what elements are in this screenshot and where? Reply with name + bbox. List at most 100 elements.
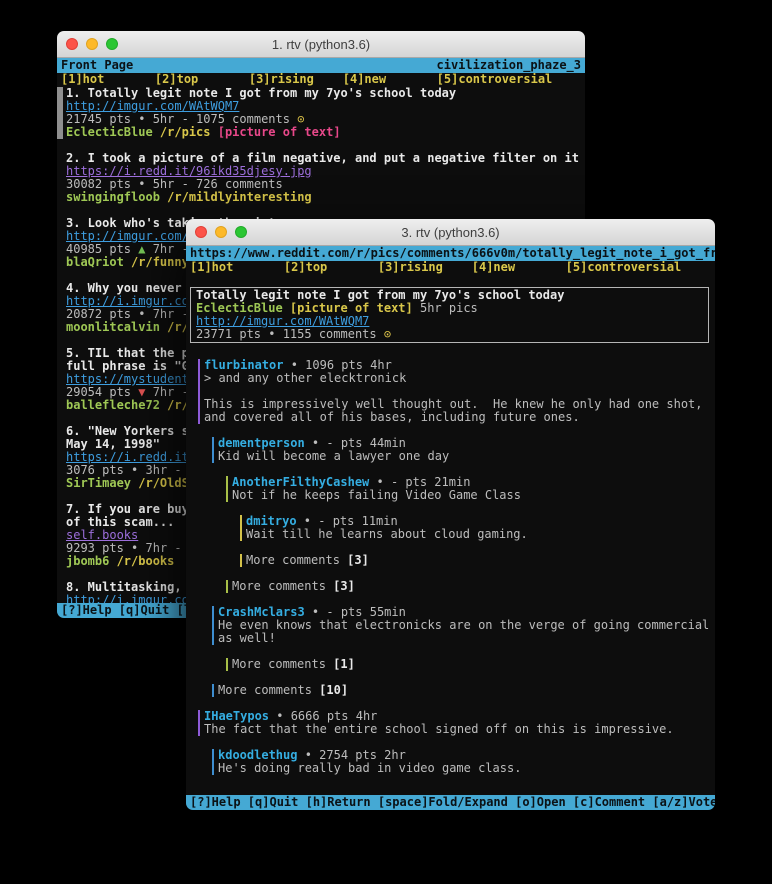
comment[interactable]: flurbinator • 1096 pts 4hr > and any oth… (198, 359, 715, 424)
comment-body: This is impressively well thought out. H… (204, 398, 715, 411)
post-link[interactable]: http://i.imgur.co (66, 295, 189, 308)
submission-url-bar: https://www.reddit.com/r/pics/comments/6… (186, 246, 715, 261)
page-header-bar: Front Page civilization_phaze_3 (57, 58, 585, 73)
comment-author[interactable]: IHaeTypos (204, 710, 269, 723)
comment-meta: • - pts 55min (305, 606, 406, 619)
post-item[interactable]: 2. I took a picture of a film negative, … (66, 152, 585, 204)
close-icon[interactable] (66, 38, 78, 50)
comment-body: The fact that the entire school signed o… (204, 723, 715, 736)
comment-author[interactable]: dementperson (218, 437, 305, 450)
post-link[interactable]: https://i.redd.it (66, 451, 189, 464)
comment-author[interactable]: AnotherFilthyCashew (232, 476, 369, 489)
gold-icon: ⊙ (384, 328, 391, 341)
post-link[interactable]: http://imgur.com/WAtWQM7 (196, 315, 369, 328)
comment-body: Wait till he learns about cloud gaming. (246, 528, 715, 541)
post-link[interactable]: https://mystudent (66, 373, 189, 386)
traffic-lights (195, 226, 247, 238)
post-subreddit[interactable]: /r/ (160, 399, 189, 412)
post-author[interactable]: SirTimaey (66, 477, 131, 490)
selection-cursor (57, 87, 63, 139)
post-link[interactable]: http://imgur.com/ (66, 230, 189, 243)
titlebar[interactable]: 1. rtv (python3.6) (57, 31, 585, 58)
logged-in-username: civilization_phaze_3 (437, 58, 582, 73)
post-flair: [picture of text] (211, 126, 341, 139)
post-meta: 5hr - 1075 comments (145, 113, 297, 126)
post-title: 1. Totally legit note I got from my 7yo'… (66, 87, 585, 100)
comment-author[interactable]: dmitryo (246, 515, 297, 528)
post-header-box[interactable]: Totally legit note I got from my 7yo's s… (190, 287, 709, 343)
comment-body: He even knows that electronicks are on t… (218, 619, 715, 632)
more-comments[interactable]: More comments [3] (240, 554, 715, 567)
status-bar: [?]Help [q]Quit [h]Return [space]Fold/Ex… (186, 795, 715, 810)
more-comments[interactable]: More comments [3] (226, 580, 715, 593)
comment[interactable]: IHaeTypos • 6666 pts 4hr The fact that t… (198, 710, 715, 736)
post-score: 29054 pts (66, 386, 138, 399)
post-subreddit[interactable]: /r/OldS (131, 477, 189, 490)
post-score: 40985 pts (66, 243, 138, 256)
comment-author[interactable]: kdoodlethug (218, 749, 297, 762)
titlebar[interactable]: 3. rtv (python3.6) (186, 219, 715, 246)
more-comments[interactable]: More comments [1] (226, 658, 715, 671)
comment-meta: • 1096 pts 4hr (283, 359, 391, 372)
post-subreddit[interactable]: /r/books (109, 555, 174, 568)
sort-tabs[interactable]: [1]hot [2]top [3]rising [4]new [5]contro… (186, 261, 715, 274)
post-link[interactable]: http://imgur.com/WAtWQM7 (66, 100, 239, 113)
post-link[interactable]: self.books (66, 529, 138, 542)
post-score: 9293 pts (66, 542, 131, 555)
more-comments-count: [3] (333, 580, 355, 593)
comment[interactable]: AnotherFilthyCashew • - pts 21min Not if… (226, 476, 715, 502)
post-author[interactable]: blaQriot (66, 256, 124, 269)
comment-meta: • 6666 pts 4hr (269, 710, 377, 723)
post-author[interactable]: swingingfloob (66, 191, 160, 204)
comment-body: He's doing really bad in video game clas… (218, 762, 715, 775)
post-link[interactable]: https://i.redd.it/96ikd35djesy.jpg (66, 165, 312, 178)
traffic-lights (66, 38, 118, 50)
post-score: 30082 pts (66, 178, 138, 191)
post-title: 2. I took a picture of a film negative, … (66, 152, 585, 165)
comment-body: Not if he keeps failing Video Game Class (232, 489, 715, 502)
comment[interactable]: kdoodlethug • 2754 pts 2hr He's doing re… (212, 749, 715, 775)
post-meta: 5hr - 726 comments (145, 178, 282, 191)
post-subreddit[interactable]: /r/ (160, 321, 189, 334)
more-comments-count: [3] (347, 554, 369, 567)
comment-meta: • - pts 44min (305, 437, 406, 450)
comment[interactable]: dmitryo • - pts 11min Wait till he learn… (240, 515, 715, 541)
post-subreddit[interactable]: /r/pics (153, 126, 211, 139)
window-rtv-comments: 3. rtv (python3.6) https://www.reddit.co… (186, 219, 715, 810)
comment-meta: • - pts 11min (297, 515, 398, 528)
comment-body: as well! (218, 632, 715, 645)
comment-tree: flurbinator • 1096 pts 4hr > and any oth… (198, 359, 715, 775)
more-comments-count: [1] (333, 658, 355, 671)
post-author[interactable]: EclecticBlue (66, 126, 153, 139)
comment[interactable]: CrashMclars3 • - pts 55min He even knows… (212, 606, 715, 645)
window-title: 1. rtv (python3.6) (272, 37, 370, 52)
comment-body: and covered all of his bases, including … (204, 411, 715, 424)
close-icon[interactable] (195, 226, 207, 238)
post-score: 21745 pts (66, 113, 138, 126)
comment-body (204, 385, 715, 398)
post-author[interactable]: moonlitcalvin (66, 321, 160, 334)
zoom-icon[interactable] (235, 226, 247, 238)
sort-tabs[interactable]: [1]hot [2]top [3]rising [4]new [5]contro… (57, 73, 585, 86)
post-author[interactable]: EclecticBlue (196, 302, 283, 315)
minimize-icon[interactable] (215, 226, 227, 238)
post-item[interactable]: 1. Totally legit note I got from my 7yo'… (66, 87, 585, 139)
post-score: 20872 pts (66, 308, 138, 321)
comment-author[interactable]: CrashMclars3 (218, 606, 305, 619)
post-author[interactable]: ballefleche72 (66, 399, 160, 412)
post-meta: 7hr - (138, 542, 189, 555)
post-subreddit[interactable]: /r/funny (124, 256, 189, 269)
minimize-icon[interactable] (86, 38, 98, 50)
more-comments[interactable]: More comments [10] (212, 684, 715, 697)
comment[interactable]: dementperson • - pts 44min Kid will beco… (212, 437, 715, 463)
page-title: Front Page (61, 58, 133, 73)
comment-author[interactable]: flurbinator (204, 359, 283, 372)
post-title: Totally legit note I got from my 7yo's s… (196, 289, 703, 302)
post-score: 23771 pts • 1155 comments (196, 328, 384, 341)
post-subreddit[interactable]: /r/mildlyinteresting (160, 191, 312, 204)
post-score: 3076 pts (66, 464, 131, 477)
comment-body: > and any other elecktronick (204, 372, 715, 385)
zoom-icon[interactable] (106, 38, 118, 50)
gold-icon: ⊙ (297, 113, 304, 126)
post-author[interactable]: jbomb6 (66, 555, 109, 568)
